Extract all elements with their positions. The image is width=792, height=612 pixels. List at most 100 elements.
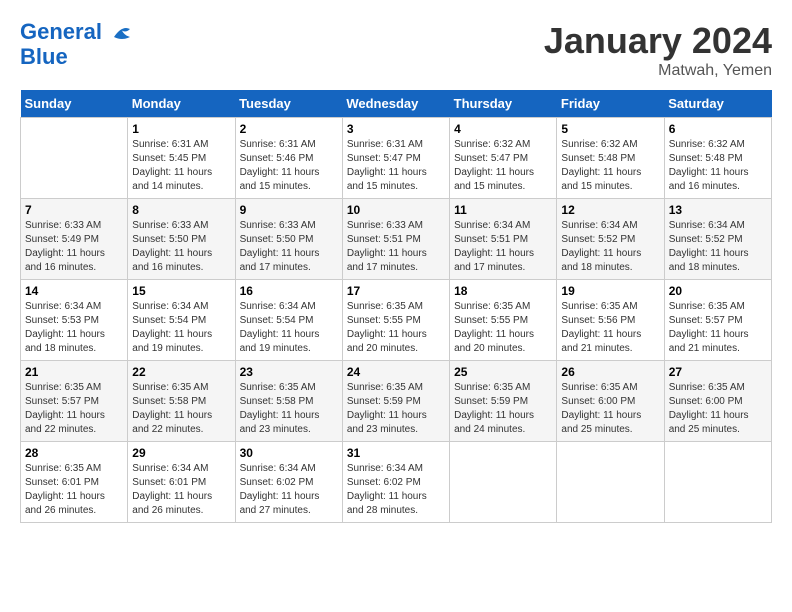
weekday-header-friday: Friday [557,90,664,118]
day-number: 13 [669,203,767,217]
day-info: Sunrise: 6:32 AM Sunset: 5:48 PM Dayligh… [561,138,659,194]
day-number: 14 [25,284,123,298]
logo-general: General [20,19,102,44]
day-number: 5 [561,122,659,136]
day-cell: 24 Sunrise: 6:35 AM Sunset: 5:59 PM Dayl… [342,361,449,442]
calendar-table: SundayMondayTuesdayWednesdayThursdayFrid… [20,90,772,523]
day-info: Sunrise: 6:31 AM Sunset: 5:47 PM Dayligh… [347,138,445,194]
day-cell: 13 Sunrise: 6:34 AM Sunset: 5:52 PM Dayl… [664,199,771,280]
day-info: Sunrise: 6:34 AM Sunset: 6:02 PM Dayligh… [347,462,445,518]
day-info: Sunrise: 6:35 AM Sunset: 5:57 PM Dayligh… [669,300,767,356]
weekday-header-saturday: Saturday [664,90,771,118]
day-number: 4 [454,122,552,136]
day-info: Sunrise: 6:35 AM Sunset: 5:58 PM Dayligh… [240,381,338,437]
day-info: Sunrise: 6:35 AM Sunset: 6:00 PM Dayligh… [561,381,659,437]
day-cell: 19 Sunrise: 6:35 AM Sunset: 5:56 PM Dayl… [557,280,664,361]
day-info: Sunrise: 6:34 AM Sunset: 6:01 PM Dayligh… [132,462,230,518]
day-number: 31 [347,446,445,460]
day-cell: 6 Sunrise: 6:32 AM Sunset: 5:48 PM Dayli… [664,118,771,199]
day-info: Sunrise: 6:33 AM Sunset: 5:51 PM Dayligh… [347,219,445,275]
day-number: 20 [669,284,767,298]
day-info: Sunrise: 6:31 AM Sunset: 5:45 PM Dayligh… [132,138,230,194]
day-number: 8 [132,203,230,217]
location: Matwah, Yemen [544,62,772,80]
day-number: 23 [240,365,338,379]
day-number: 18 [454,284,552,298]
day-info: Sunrise: 6:35 AM Sunset: 5:56 PM Dayligh… [561,300,659,356]
day-number: 15 [132,284,230,298]
day-cell: 26 Sunrise: 6:35 AM Sunset: 6:00 PM Dayl… [557,361,664,442]
week-row-5: 28 Sunrise: 6:35 AM Sunset: 6:01 PM Dayl… [21,442,772,523]
day-info: Sunrise: 6:34 AM Sunset: 5:54 PM Dayligh… [132,300,230,356]
day-number: 21 [25,365,123,379]
day-cell: 5 Sunrise: 6:32 AM Sunset: 5:48 PM Dayli… [557,118,664,199]
day-cell [450,442,557,523]
day-info: Sunrise: 6:34 AM Sunset: 6:02 PM Dayligh… [240,462,338,518]
day-info: Sunrise: 6:35 AM Sunset: 6:01 PM Dayligh… [25,462,123,518]
page-header: General Blue January 2024 Matwah, Yemen [20,20,772,80]
day-number: 24 [347,365,445,379]
day-info: Sunrise: 6:34 AM Sunset: 5:53 PM Dayligh… [25,300,123,356]
day-number: 16 [240,284,338,298]
day-info: Sunrise: 6:33 AM Sunset: 5:50 PM Dayligh… [240,219,338,275]
day-info: Sunrise: 6:33 AM Sunset: 5:50 PM Dayligh… [132,219,230,275]
day-cell: 21 Sunrise: 6:35 AM Sunset: 5:57 PM Dayl… [21,361,128,442]
day-cell [664,442,771,523]
logo: General Blue [20,20,134,69]
day-cell: 10 Sunrise: 6:33 AM Sunset: 5:51 PM Dayl… [342,199,449,280]
day-cell: 17 Sunrise: 6:35 AM Sunset: 5:55 PM Dayl… [342,280,449,361]
week-row-3: 14 Sunrise: 6:34 AM Sunset: 5:53 PM Dayl… [21,280,772,361]
day-cell [557,442,664,523]
day-number: 9 [240,203,338,217]
day-number: 11 [454,203,552,217]
day-number: 12 [561,203,659,217]
day-cell: 15 Sunrise: 6:34 AM Sunset: 5:54 PM Dayl… [128,280,235,361]
day-info: Sunrise: 6:34 AM Sunset: 5:52 PM Dayligh… [561,219,659,275]
day-cell: 28 Sunrise: 6:35 AM Sunset: 6:01 PM Dayl… [21,442,128,523]
day-number: 30 [240,446,338,460]
day-cell: 11 Sunrise: 6:34 AM Sunset: 5:51 PM Dayl… [450,199,557,280]
day-cell: 23 Sunrise: 6:35 AM Sunset: 5:58 PM Dayl… [235,361,342,442]
day-cell: 4 Sunrise: 6:32 AM Sunset: 5:47 PM Dayli… [450,118,557,199]
day-number: 10 [347,203,445,217]
day-number: 17 [347,284,445,298]
logo-text: General Blue [20,20,134,69]
title-block: January 2024 Matwah, Yemen [544,20,772,80]
day-info: Sunrise: 6:35 AM Sunset: 5:58 PM Dayligh… [132,381,230,437]
logo-bird-icon [110,21,134,45]
day-info: Sunrise: 6:34 AM Sunset: 5:51 PM Dayligh… [454,219,552,275]
weekday-header-monday: Monday [128,90,235,118]
day-cell: 7 Sunrise: 6:33 AM Sunset: 5:49 PM Dayli… [21,199,128,280]
day-info: Sunrise: 6:34 AM Sunset: 5:52 PM Dayligh… [669,219,767,275]
day-number: 19 [561,284,659,298]
day-cell: 16 Sunrise: 6:34 AM Sunset: 5:54 PM Dayl… [235,280,342,361]
week-row-4: 21 Sunrise: 6:35 AM Sunset: 5:57 PM Dayl… [21,361,772,442]
header-row: SundayMondayTuesdayWednesdayThursdayFrid… [21,90,772,118]
day-info: Sunrise: 6:31 AM Sunset: 5:46 PM Dayligh… [240,138,338,194]
weekday-header-thursday: Thursday [450,90,557,118]
day-info: Sunrise: 6:34 AM Sunset: 5:54 PM Dayligh… [240,300,338,356]
day-cell: 14 Sunrise: 6:34 AM Sunset: 5:53 PM Dayl… [21,280,128,361]
day-cell: 31 Sunrise: 6:34 AM Sunset: 6:02 PM Dayl… [342,442,449,523]
day-number: 3 [347,122,445,136]
day-cell: 12 Sunrise: 6:34 AM Sunset: 5:52 PM Dayl… [557,199,664,280]
day-number: 27 [669,365,767,379]
day-number: 1 [132,122,230,136]
day-info: Sunrise: 6:35 AM Sunset: 5:57 PM Dayligh… [25,381,123,437]
day-cell: 9 Sunrise: 6:33 AM Sunset: 5:50 PM Dayli… [235,199,342,280]
day-info: Sunrise: 6:32 AM Sunset: 5:48 PM Dayligh… [669,138,767,194]
day-cell: 27 Sunrise: 6:35 AM Sunset: 6:00 PM Dayl… [664,361,771,442]
day-cell: 8 Sunrise: 6:33 AM Sunset: 5:50 PM Dayli… [128,199,235,280]
day-info: Sunrise: 6:32 AM Sunset: 5:47 PM Dayligh… [454,138,552,194]
day-number: 28 [25,446,123,460]
day-cell: 22 Sunrise: 6:35 AM Sunset: 5:58 PM Dayl… [128,361,235,442]
day-info: Sunrise: 6:33 AM Sunset: 5:49 PM Dayligh… [25,219,123,275]
day-cell [21,118,128,199]
day-info: Sunrise: 6:35 AM Sunset: 5:55 PM Dayligh… [454,300,552,356]
day-info: Sunrise: 6:35 AM Sunset: 5:59 PM Dayligh… [454,381,552,437]
day-number: 2 [240,122,338,136]
day-cell: 29 Sunrise: 6:34 AM Sunset: 6:01 PM Dayl… [128,442,235,523]
day-cell: 25 Sunrise: 6:35 AM Sunset: 5:59 PM Dayl… [450,361,557,442]
day-number: 7 [25,203,123,217]
day-cell: 20 Sunrise: 6:35 AM Sunset: 5:57 PM Dayl… [664,280,771,361]
